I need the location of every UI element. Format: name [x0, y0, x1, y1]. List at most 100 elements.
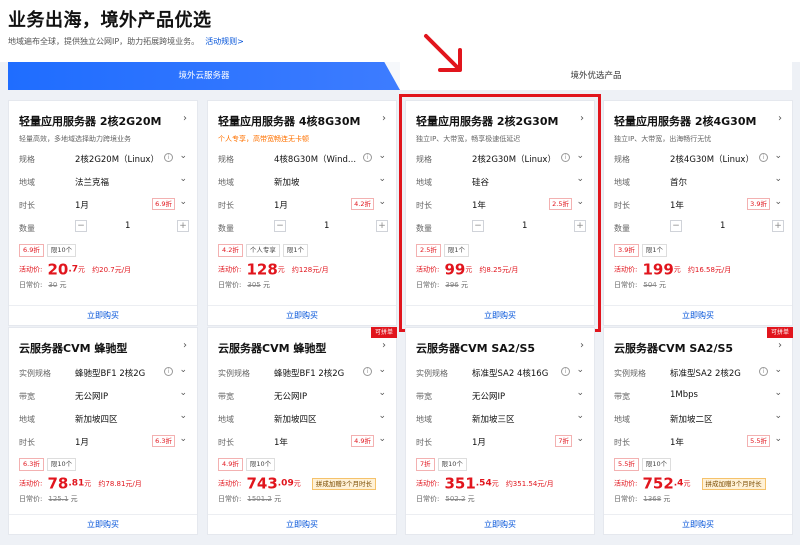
row-value[interactable]: 无公网IP — [472, 390, 505, 402]
config-row[interactable]: 规格 2核2G30M（Linux） i ⌄ — [416, 150, 586, 168]
chevron-down-icon[interactable]: ⌄ — [576, 174, 584, 184]
row-value[interactable]: 1月 — [274, 199, 288, 211]
card-title[interactable]: 轻量应用服务器 2核2G30M — [416, 113, 558, 129]
config-row[interactable]: 带宽 1Mbps ⌄ — [614, 387, 784, 405]
chevron-down-icon[interactable]: ⌄ — [378, 388, 386, 398]
row-value[interactable]: 1Mbps — [670, 390, 698, 400]
config-row[interactable]: 时长 1年 3.9折 ⌄ — [614, 196, 784, 214]
config-row[interactable]: 地域 新加坡四区 ⌄ — [218, 410, 388, 428]
row-value[interactable]: 标准型SA2 2核2G — [670, 367, 741, 379]
chevron-right-icon[interactable]: › — [382, 340, 386, 351]
chevron-down-icon[interactable]: ⌄ — [576, 365, 584, 375]
plus-icon[interactable]: + — [772, 220, 784, 232]
config-row[interactable]: 实例规格 标准型SA2 2核2G i ⌄ — [614, 364, 784, 382]
chevron-right-icon[interactable]: › — [183, 340, 187, 351]
config-row[interactable]: 实例规格 标准型SA2 4核16G i ⌄ — [416, 364, 586, 382]
chevron-right-icon[interactable]: › — [580, 113, 584, 124]
chevron-right-icon[interactable]: › — [778, 113, 782, 124]
row-value[interactable]: 1年 — [472, 199, 486, 211]
chevron-down-icon[interactable]: ⌄ — [179, 174, 187, 184]
row-value[interactable]: 新加坡二区 — [670, 413, 713, 425]
chevron-down-icon[interactable]: ⌄ — [179, 411, 187, 421]
chevron-down-icon[interactable]: ⌄ — [774, 434, 782, 444]
minus-icon[interactable]: − — [274, 220, 286, 232]
config-row[interactable]: 带宽 无公网IP ⌄ — [416, 387, 586, 405]
quantity-value[interactable]: 1 — [720, 221, 725, 231]
quantity-value[interactable]: 1 — [125, 221, 130, 231]
chevron-down-icon[interactable]: ⌄ — [774, 197, 782, 207]
config-row[interactable]: 时长 1年 5.5折 ⌄ — [614, 433, 784, 451]
row-value[interactable]: 首尔 — [670, 176, 687, 188]
chevron-down-icon[interactable]: ⌄ — [576, 388, 584, 398]
config-row[interactable]: 时长 1年 4.9折 ⌄ — [218, 433, 388, 451]
buy-now-button[interactable]: 立即购买 — [604, 514, 792, 534]
config-row[interactable]: 地域 新加坡三区 ⌄ — [416, 410, 586, 428]
card-title[interactable]: 轻量应用服务器 4核8G30M — [218, 113, 360, 129]
info-icon[interactable]: i — [164, 367, 173, 376]
row-value[interactable]: 新加坡三区 — [472, 413, 515, 425]
chevron-down-icon[interactable]: ⌄ — [378, 197, 386, 207]
quantity-stepper[interactable]: − 1 + — [670, 220, 784, 234]
row-value[interactable]: 1年 — [670, 436, 684, 448]
info-icon[interactable]: i — [561, 153, 570, 162]
chevron-down-icon[interactable]: ⌄ — [774, 151, 782, 161]
quantity-value[interactable]: 1 — [324, 221, 329, 231]
row-value[interactable]: 硅谷 — [472, 176, 489, 188]
chevron-down-icon[interactable]: ⌄ — [576, 411, 584, 421]
config-row[interactable]: 时长 1月 6.9折 ⌄ — [19, 196, 189, 214]
chevron-right-icon[interactable]: › — [580, 340, 584, 351]
row-value[interactable]: 1年 — [670, 199, 684, 211]
buy-now-button[interactable]: 立即购买 — [406, 305, 594, 325]
config-row[interactable]: 时长 1月 7折 ⌄ — [416, 433, 586, 451]
config-row[interactable]: 时长 1年 2.5折 ⌄ — [416, 196, 586, 214]
row-value[interactable]: 无公网IP — [274, 390, 307, 402]
row-value[interactable]: 1年 — [274, 436, 288, 448]
buy-now-button[interactable]: 立即购买 — [208, 305, 396, 325]
info-icon[interactable]: i — [164, 153, 173, 162]
chevron-down-icon[interactable]: ⌄ — [576, 434, 584, 444]
card-title[interactable]: 轻量应用服务器 2核4G30M — [614, 113, 756, 129]
chevron-down-icon[interactable]: ⌄ — [774, 365, 782, 375]
chevron-down-icon[interactable]: ⌄ — [378, 411, 386, 421]
chevron-down-icon[interactable]: ⌄ — [774, 411, 782, 421]
row-value[interactable]: 蜂驰型BF1 2核2G — [75, 367, 145, 379]
buy-now-button[interactable]: 立即购买 — [406, 514, 594, 534]
config-row[interactable]: 地域 硅谷 ⌄ — [416, 173, 586, 191]
row-value[interactable]: 无公网IP — [75, 390, 108, 402]
info-icon[interactable]: i — [363, 367, 372, 376]
chevron-down-icon[interactable]: ⌄ — [774, 388, 782, 398]
chevron-down-icon[interactable]: ⌄ — [774, 174, 782, 184]
row-value[interactable]: 新加坡 — [274, 176, 300, 188]
card-title[interactable]: 云服务器CVM 蜂驰型 — [19, 340, 127, 356]
chevron-down-icon[interactable]: ⌄ — [179, 434, 187, 444]
chevron-down-icon[interactable]: ⌄ — [576, 197, 584, 207]
config-row[interactable]: 地域 新加坡 ⌄ — [218, 173, 388, 191]
row-value[interactable]: 新加坡四区 — [274, 413, 317, 425]
card-title[interactable]: 云服务器CVM 蜂驰型 — [218, 340, 326, 356]
info-icon[interactable]: i — [363, 153, 372, 162]
chevron-right-icon[interactable]: › — [778, 340, 782, 351]
chevron-down-icon[interactable]: ⌄ — [576, 151, 584, 161]
row-value[interactable]: 新加坡四区 — [75, 413, 118, 425]
row-value[interactable]: 4核8G30M（Wind... — [274, 153, 356, 165]
minus-icon[interactable]: − — [472, 220, 484, 232]
chevron-down-icon[interactable]: ⌄ — [179, 197, 187, 207]
quantity-stepper[interactable]: − 1 + — [274, 220, 388, 234]
config-row[interactable]: 带宽 无公网IP ⌄ — [218, 387, 388, 405]
row-value[interactable]: 标准型SA2 4核16G — [472, 367, 548, 379]
config-row[interactable]: 实例规格 蜂驰型BF1 2核2G i ⌄ — [218, 364, 388, 382]
row-value[interactable]: 1月 — [75, 199, 89, 211]
chevron-down-icon[interactable]: ⌄ — [378, 174, 386, 184]
chevron-down-icon[interactable]: ⌄ — [179, 151, 187, 161]
row-value[interactable]: 法兰克福 — [75, 176, 109, 188]
config-row[interactable]: 地域 新加坡二区 ⌄ — [614, 410, 784, 428]
info-icon[interactable]: i — [561, 367, 570, 376]
buy-now-button[interactable]: 立即购买 — [9, 514, 197, 534]
config-row[interactable]: 地域 法兰克福 ⌄ — [19, 173, 189, 191]
chevron-down-icon[interactable]: ⌄ — [378, 434, 386, 444]
card-title[interactable]: 云服务器CVM SA2/S5 — [614, 340, 733, 356]
config-row[interactable]: 地域 新加坡四区 ⌄ — [19, 410, 189, 428]
buy-now-button[interactable]: 立即购买 — [208, 514, 396, 534]
chevron-right-icon[interactable]: › — [183, 113, 187, 124]
config-row[interactable]: 时长 1月 4.2折 ⌄ — [218, 196, 388, 214]
